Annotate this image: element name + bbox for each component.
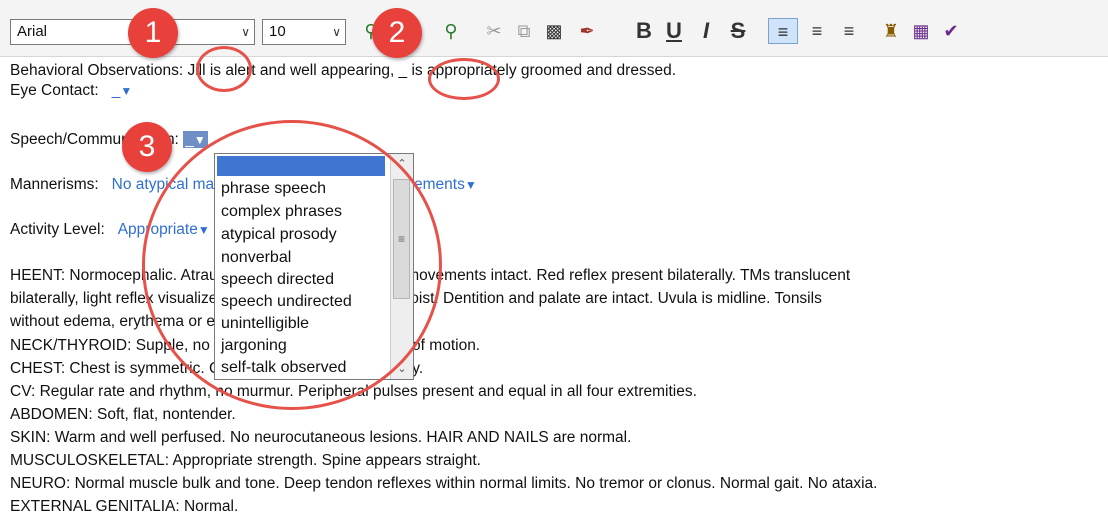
paste-icon[interactable]: ▩ <box>542 18 566 44</box>
exam-line: MUSCULOSKELETAL: Appropriate strength. S… <box>10 452 481 469</box>
exam-line: SKIN: Warm and well perfused. No neurocu… <box>10 429 632 446</box>
exam-line: EXTERNAL GENITALIA: Normal. <box>10 498 239 515</box>
chevron-down-icon: ∨ <box>332 25 341 39</box>
insert-field-icon[interactable]: ▦ <box>908 18 934 44</box>
mannerisms-label: Mannerisms: <box>10 176 99 193</box>
font-name-value: Arial <box>17 23 48 40</box>
align-right-icon[interactable]: ≡ <box>836 18 862 44</box>
callout-badge-2: 2 <box>372 8 422 58</box>
align-center-icon[interactable]: ≡ <box>804 18 830 44</box>
eye-contact-label: Eye Contact: <box>10 82 99 99</box>
spell-check-icon[interactable]: ✔ <box>938 18 964 44</box>
italic-button[interactable]: I <box>694 18 718 44</box>
dropdown-arrow-icon: ▼ <box>193 133 206 147</box>
underline-icon: U <box>666 18 682 43</box>
activity-label: Activity Level: <box>10 221 105 238</box>
italic-icon: I <box>702 18 710 43</box>
font-size-select[interactable]: 10 ∨ <box>262 19 346 45</box>
bold-button[interactable]: B <box>632 18 656 44</box>
dropdown-arrow-icon: ▼ <box>120 84 133 98</box>
stamp-icon[interactable]: ♜ <box>878 18 904 44</box>
highlight-ring <box>142 120 442 410</box>
speech-communication-line: Speech/Communication: _▼ <box>10 131 208 149</box>
exam-line: NEURO: Normal muscle bulk and tone. Deep… <box>10 475 878 492</box>
highlight-ring <box>428 58 500 100</box>
cut-icon[interactable]: ✂ <box>482 18 506 44</box>
align-left-icon[interactable]: ≡ <box>768 18 798 44</box>
speech-field[interactable]: _▼ <box>183 131 208 148</box>
format-painter-icon[interactable]: ✒ <box>574 18 600 44</box>
behavioral-observations-line: Behavioral Observations: Jill is alert a… <box>10 62 677 79</box>
eye-contact-field[interactable]: _▼ <box>103 82 133 99</box>
callout-badge-1: 1 <box>128 8 178 58</box>
dropdown-arrow-icon: ▼ <box>464 178 477 192</box>
font-size-value: 10 <box>269 23 286 40</box>
callout-badge-3: 3 <box>122 122 172 172</box>
copy-icon[interactable]: ⧉ <box>512 18 536 44</box>
chevron-down-icon: ∨ <box>241 25 250 39</box>
zoom-out-icon[interactable]: ⚲ <box>438 18 464 44</box>
eye-contact-line: Eye Contact: _▼ <box>10 82 132 100</box>
speech-value: _ <box>185 131 194 148</box>
highlight-ring <box>196 46 252 92</box>
strikethrough-button[interactable]: S <box>726 18 750 44</box>
exam-line: ABDOMEN: Soft, flat, nontender. <box>10 406 236 423</box>
underline-button[interactable]: U <box>662 18 686 44</box>
strikethrough-icon: S <box>730 18 746 43</box>
bold-icon: B <box>636 18 652 43</box>
